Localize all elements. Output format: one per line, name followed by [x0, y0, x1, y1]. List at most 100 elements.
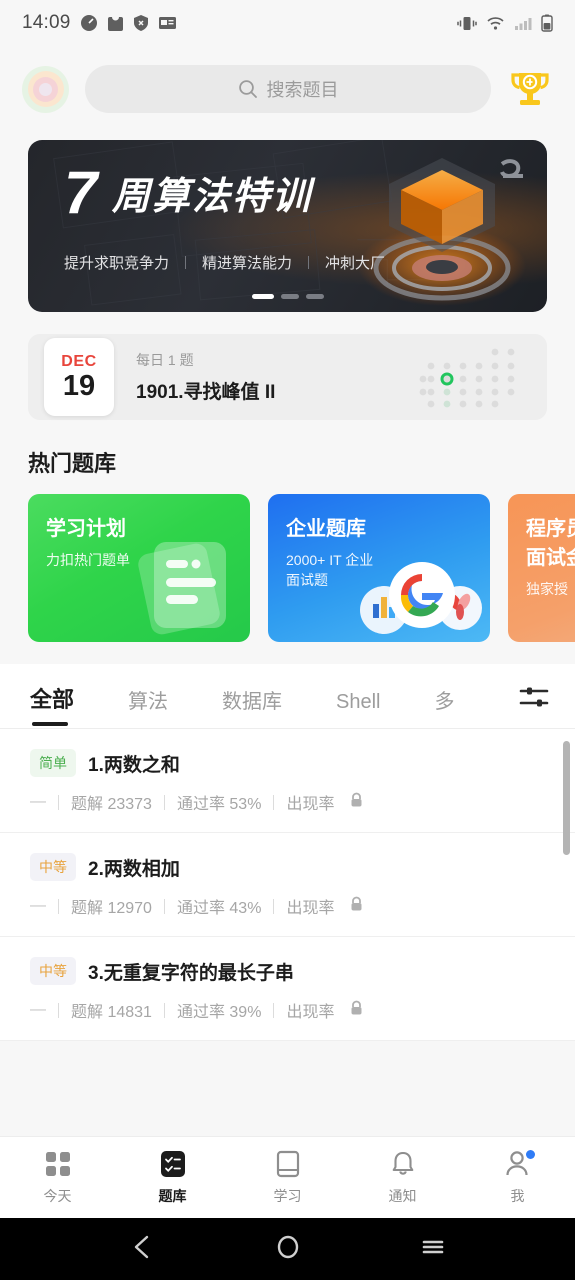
signal-icon: [515, 17, 532, 30]
tabs-row[interactable]: 全部 算法 数据库 Shell 多: [0, 664, 575, 728]
table-row[interactable]: 中等 3.无重复字符的最长子串 — 题解 14831 通过率 39% 出现率: [0, 937, 575, 1041]
home-icon[interactable]: [275, 1234, 301, 1265]
battery-icon: [541, 14, 553, 32]
table-row[interactable]: 中等 2.两数相加 — 题解 12970 通过率 43% 出现率: [0, 833, 575, 937]
back-icon[interactable]: [130, 1234, 156, 1265]
problem-header: 中等 3.无重复字符的最长子串: [30, 957, 545, 985]
avatar-ring-3: [33, 76, 58, 102]
tab-all[interactable]: 全部: [30, 682, 74, 728]
bag-icon: [107, 17, 123, 31]
nav-label: 今天: [43, 1187, 72, 1204]
nav-item-problems[interactable]: 题库: [115, 1150, 230, 1206]
banner-title: 周算法特训: [111, 176, 312, 218]
problem-title[interactable]: 2.两数相加: [88, 854, 180, 881]
meta-divider: [163, 794, 165, 810]
trophy-icon[interactable]: [507, 66, 553, 112]
problem-frequency: 出现率: [286, 796, 335, 813]
tab-shell[interactable]: Shell: [336, 691, 380, 728]
nav-label: 通知: [388, 1187, 417, 1204]
promo-banner[interactable]: 7 周算法特训 提升求职竞争力 精进算法能力 冲刺大厂: [28, 140, 547, 312]
recents-icon[interactable]: [420, 1234, 446, 1265]
nav-item-notifications[interactable]: 通知: [345, 1150, 460, 1206]
hot-card-company-bank[interactable]: 企业题库 2000+ IT 企业 面试题: [268, 494, 490, 642]
hot-card-title: 程序员 面试金: [526, 518, 575, 569]
meta-divider: [58, 794, 59, 810]
speedometer-icon: [80, 15, 97, 31]
banner-text: 7 周算法特训: [64, 159, 312, 226]
sliders-icon[interactable]: [519, 684, 549, 710]
hot-card-interview-guide[interactable]: 程序员 面试金 独家授: [508, 494, 575, 642]
banner-number: 7: [64, 159, 97, 226]
tab-more[interactable]: 多: [435, 685, 455, 728]
search-placeholder: 搜索题目: [266, 80, 339, 100]
problem-solutions: 题解 23373: [71, 796, 152, 813]
meta-divider: [58, 1002, 59, 1018]
news-icon: [158, 17, 176, 29]
banner-sub-1: 精进算法能力: [202, 255, 293, 272]
banner-cube-art: [358, 158, 526, 306]
problem-title[interactable]: 1.两数之和: [88, 750, 180, 777]
problem-meta: — 题解 23373 通过率 53% 出现率: [30, 790, 545, 814]
search-input[interactable]: 搜索题目: [85, 65, 491, 113]
avatar[interactable]: [22, 65, 69, 113]
problem-header: 中等 2.两数相加: [30, 853, 545, 881]
documents-icon: [138, 542, 226, 635]
banner-dot-1[interactable]: [280, 294, 299, 299]
avatar-ring-4: [39, 82, 52, 96]
hot-card-study-plan[interactable]: 学习计划 力扣热门题单: [28, 494, 250, 642]
person-icon: [504, 1149, 535, 1179]
nav-item-today[interactable]: 今天: [0, 1150, 115, 1206]
calendar-month: DEC: [61, 353, 97, 370]
daily-problem-title: 1901.寻找峰值 II: [136, 382, 276, 403]
meta-divider: [273, 794, 275, 810]
problem-status: —: [30, 793, 46, 810]
hot-card-title: 学习计划: [46, 518, 126, 540]
hot-section: 热门题库 学习计划 力扣热门题单 企业题库 2000+ IT 企业 面试题 程序…: [0, 420, 575, 642]
book-icon: [275, 1150, 301, 1179]
tab-database[interactable]: 数据库: [222, 685, 282, 728]
banner-sub-2: 冲刺大厂: [325, 255, 386, 272]
problem-meta: — 题解 14831 通过率 39% 出现率: [30, 998, 545, 1022]
problem-header: 简单 1.两数之和: [30, 749, 545, 777]
problem-status: —: [30, 897, 46, 914]
nav-item-learn[interactable]: 学习: [230, 1150, 345, 1206]
table-row[interactable]: 简单 1.两数之和 — 题解 23373 通过率 53% 出现率: [0, 729, 575, 855]
status-time: 14:09: [22, 12, 71, 33]
status-bar: 14:09: [0, 0, 575, 46]
lock-icon: [349, 1000, 364, 1021]
meta-divider: [273, 898, 275, 914]
nav-item-profile[interactable]: 我: [460, 1149, 575, 1206]
status-badge: 中等: [30, 853, 76, 881]
avatar-ring-2: [27, 71, 64, 107]
notification-badge: [525, 1149, 535, 1159]
meta-divider: [163, 1002, 165, 1018]
hot-cards-scroller[interactable]: 学习计划 力扣热门题单 企业题库 2000+ IT 企业 面试题 程序 面试 独…: [0, 494, 575, 642]
banner-sub-divider: [308, 256, 310, 269]
banner-section: 7 周算法特训 提升求职竞争力 精进算法能力 冲刺大厂: [0, 132, 575, 312]
calendar-badge: DEC 19: [44, 338, 114, 416]
bell-icon: [390, 1150, 416, 1179]
banner-pagination[interactable]: [28, 294, 547, 299]
status-badge: 简单: [30, 749, 76, 777]
problem-status: —: [30, 1001, 46, 1018]
vibrate-icon: [457, 16, 477, 30]
hot-card-title: 企业题库: [286, 518, 366, 540]
status-bar-left: 14:09: [22, 12, 177, 34]
meta-divider: [273, 1002, 275, 1018]
nav-label: 我: [510, 1187, 525, 1204]
problem-title[interactable]: 3.无重复字符的最长子串: [88, 958, 294, 985]
lock-icon: [349, 792, 364, 813]
meta-divider: [163, 898, 165, 914]
hot-card-subtitle: 2000+ IT 企业 面试题: [286, 552, 374, 589]
tab-algorithms[interactable]: 算法: [128, 685, 168, 728]
banner-dot-0[interactable]: [251, 294, 274, 299]
lock-icon: [349, 896, 364, 917]
checklist-icon: [159, 1150, 187, 1179]
phone-screen: 14:09 搜索题目 7 周算法特训 提升求职竞争力 精进算法能力 冲刺大厂 D…: [0, 0, 575, 1280]
banner-dot-2[interactable]: [305, 294, 324, 299]
shield-icon: [133, 15, 148, 31]
list-scrollbar[interactable]: [563, 741, 570, 855]
bottom-navigation: 今天 题库 学习 通知 我: [0, 1136, 575, 1218]
daily-question-card[interactable]: DEC 19 每日 1 题 1901.寻找峰值 II: [28, 334, 547, 420]
nav-label: 题库: [158, 1187, 187, 1204]
